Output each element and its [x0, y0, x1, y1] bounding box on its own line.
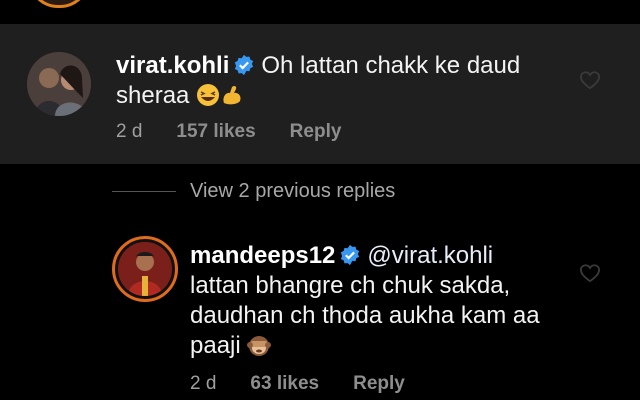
like-heart-icon[interactable] — [579, 263, 601, 283]
view-previous-replies-link[interactable]: View 2 previous replies — [190, 180, 395, 203]
replies-divider — [112, 191, 176, 192]
mention-link[interactable]: @virat.kohli — [367, 242, 493, 269]
comment-text-line3: paaji — [190, 332, 241, 359]
reply-button[interactable]: Reply — [290, 121, 342, 142]
comment-body: mandeeps12 @virat.kohli lattan bhangre ch… — [190, 241, 590, 361]
flexed-biceps-emoji-icon — [223, 85, 241, 105]
comment-text-line1: lattan bhangre ch chuk sakda, — [190, 272, 511, 299]
comment-time: 2 d — [190, 373, 217, 394]
username-link[interactable]: mandeeps12 — [190, 242, 335, 269]
comment-text-line2: sheraa — [116, 82, 190, 109]
comment-text-line1: Oh lattan chakk ke daud — [261, 52, 521, 79]
reply-button[interactable]: Reply — [353, 373, 405, 394]
likes-count[interactable]: 63 likes — [250, 373, 319, 394]
comment-body: virat.kohli Oh lattan chakk ke daud shera… — [116, 51, 586, 111]
verified-badge-icon — [235, 54, 254, 76]
avatar-photo — [27, 52, 91, 116]
comment-time: 2 d — [116, 121, 143, 142]
verified-badge-icon — [341, 244, 360, 266]
laughing-emoji-icon — [197, 84, 220, 106]
likes-count[interactable]: 157 likes — [176, 121, 255, 142]
previous-comment-avatar[interactable] — [28, 0, 90, 8]
comment-meta: 2 d 157 likes Reply — [116, 121, 375, 143]
comment-meta: 2 d 63 likes Reply — [190, 373, 439, 395]
avatar-mandeeps12[interactable] — [112, 236, 178, 302]
see-no-evil-monkey-emoji-icon — [247, 336, 272, 356]
like-heart-icon[interactable] — [579, 70, 601, 90]
avatar-virat-kohli[interactable] — [27, 52, 91, 116]
username-link[interactable]: virat.kohli — [116, 52, 229, 79]
comment-text-line2: daudhan ch thoda aukha kam aa — [190, 302, 540, 329]
avatar-photo — [118, 242, 172, 296]
